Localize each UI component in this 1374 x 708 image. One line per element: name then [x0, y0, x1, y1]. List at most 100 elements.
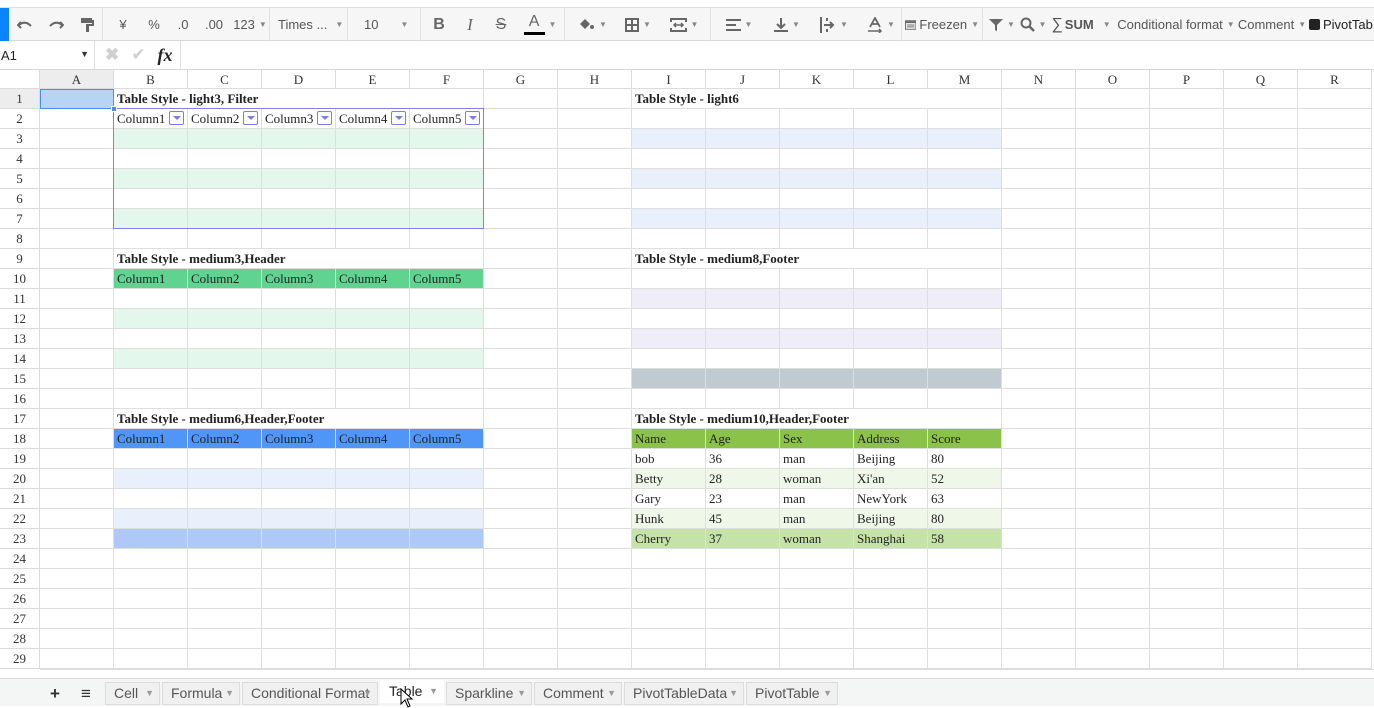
font-size-dropdown[interactable]: 10 ▼: [350, 8, 416, 41]
cell-e3[interactable]: [336, 129, 410, 149]
cell-h9[interactable]: [558, 249, 632, 269]
column-header-d[interactable]: D: [262, 70, 336, 89]
cell-g23[interactable]: [484, 529, 558, 549]
font-color-dropdown[interactable]: A ▼: [520, 8, 560, 41]
cell-b11[interactable]: [114, 289, 188, 309]
cell-c29[interactable]: [188, 649, 262, 669]
cell-r17[interactable]: [1298, 409, 1372, 429]
cell-n4[interactable]: [1002, 149, 1076, 169]
cell-b21[interactable]: [114, 489, 188, 509]
cell-r5[interactable]: [1298, 169, 1372, 189]
cell-c19[interactable]: [188, 449, 262, 469]
cell-h15[interactable]: [558, 369, 632, 389]
cell-b29[interactable]: [114, 649, 188, 669]
cell-j11[interactable]: [706, 289, 780, 309]
cell-g28[interactable]: [484, 629, 558, 649]
cell-l11[interactable]: [854, 289, 928, 309]
cell-q10[interactable]: [1224, 269, 1298, 289]
cell-b13[interactable]: [114, 329, 188, 349]
filter-dropdown-icon[interactable]: [391, 111, 406, 125]
cell-e28[interactable]: [336, 629, 410, 649]
cell-p28[interactable]: [1150, 629, 1224, 649]
filter-dropdown-icon[interactable]: [465, 111, 480, 125]
cell-p12[interactable]: [1150, 309, 1224, 329]
table-data-cell[interactable]: Beijing: [854, 449, 928, 469]
cell-j28[interactable]: [706, 629, 780, 649]
chevron-down-icon[interactable]: ▼: [517, 683, 526, 704]
cell-l15[interactable]: [854, 369, 928, 389]
table-data-cell[interactable]: woman: [780, 469, 854, 489]
cell-a24[interactable]: [40, 549, 114, 569]
cell-r15[interactable]: [1298, 369, 1372, 389]
row-header-17[interactable]: 17: [0, 409, 40, 429]
cell-j5[interactable]: [706, 169, 780, 189]
cell-o27[interactable]: [1076, 609, 1150, 629]
chevron-down-icon[interactable]: ▼: [823, 683, 832, 704]
row-header-16[interactable]: 16: [0, 389, 40, 409]
cell-h17[interactable]: [558, 409, 632, 429]
cell-a7[interactable]: [40, 209, 114, 229]
cell-g22[interactable]: [484, 509, 558, 529]
bold-button[interactable]: B: [428, 8, 450, 41]
cell-c11[interactable]: [188, 289, 262, 309]
cell-l10[interactable]: [854, 269, 928, 289]
cell-a19[interactable]: [40, 449, 114, 469]
cell-q27[interactable]: [1224, 609, 1298, 629]
cell-g13[interactable]: [484, 329, 558, 349]
cell-o11[interactable]: [1076, 289, 1150, 309]
sheet-list-button[interactable]: ≡: [76, 683, 96, 705]
cell-j3[interactable]: [706, 129, 780, 149]
cell-g27[interactable]: [484, 609, 558, 629]
cell-o5[interactable]: [1076, 169, 1150, 189]
cell-r29[interactable]: [1298, 649, 1372, 669]
cell-h18[interactable]: [558, 429, 632, 449]
cell-k14[interactable]: [780, 349, 854, 369]
cell-a29[interactable]: [40, 649, 114, 669]
cell-a28[interactable]: [40, 629, 114, 649]
cell-f20[interactable]: [410, 469, 484, 489]
cell-n21[interactable]: [1002, 489, 1076, 509]
sheet-tab-formula[interactable]: Formula ▼: [162, 682, 240, 705]
cell-c12[interactable]: [188, 309, 262, 329]
cell-r4[interactable]: [1298, 149, 1372, 169]
cell-n1[interactable]: [1002, 89, 1076, 109]
table-data-cell[interactable]: bob: [632, 449, 706, 469]
cell-p3[interactable]: [1150, 129, 1224, 149]
row-header-3[interactable]: 3: [0, 129, 40, 149]
cell-f7[interactable]: [410, 209, 484, 229]
cell-o22[interactable]: [1076, 509, 1150, 529]
cell-h2[interactable]: [558, 109, 632, 129]
cell-k10[interactable]: [780, 269, 854, 289]
cell-i8[interactable]: [632, 229, 706, 249]
cell-a17[interactable]: [40, 409, 114, 429]
cell-g14[interactable]: [484, 349, 558, 369]
cell-r11[interactable]: [1298, 289, 1372, 309]
cell-r8[interactable]: [1298, 229, 1372, 249]
cell-o28[interactable]: [1076, 629, 1150, 649]
pivot-table-button[interactable]: PivotTab: [1309, 8, 1374, 41]
cell-i7[interactable]: [632, 209, 706, 229]
cell-n11[interactable]: [1002, 289, 1076, 309]
cell-i13[interactable]: [632, 329, 706, 349]
cell-h23[interactable]: [558, 529, 632, 549]
cell-b23[interactable]: [114, 529, 188, 549]
table-data-cell[interactable]: Beijing: [854, 509, 928, 529]
cell-p14[interactable]: [1150, 349, 1224, 369]
cell-d11[interactable]: [262, 289, 336, 309]
cell-l25[interactable]: [854, 569, 928, 589]
fill-color-dropdown[interactable]: ▼: [574, 8, 610, 41]
cell-i12[interactable]: [632, 309, 706, 329]
cell-k2[interactable]: [780, 109, 854, 129]
cell-l8[interactable]: [854, 229, 928, 249]
cell-j6[interactable]: [706, 189, 780, 209]
table-header-cell[interactable]: Column2: [188, 269, 262, 289]
number-format-dropdown[interactable]: 123 ▼: [232, 8, 268, 41]
cell-m5[interactable]: [928, 169, 1002, 189]
cell-j29[interactable]: [706, 649, 780, 669]
row-header-25[interactable]: 25: [0, 569, 40, 589]
conditional-format-dropdown[interactable]: Conditional format ▼: [1116, 8, 1236, 41]
cell-r19[interactable]: [1298, 449, 1372, 469]
cell-b6[interactable]: [114, 189, 188, 209]
cell-b16[interactable]: [114, 389, 188, 409]
cell-f13[interactable]: [410, 329, 484, 349]
